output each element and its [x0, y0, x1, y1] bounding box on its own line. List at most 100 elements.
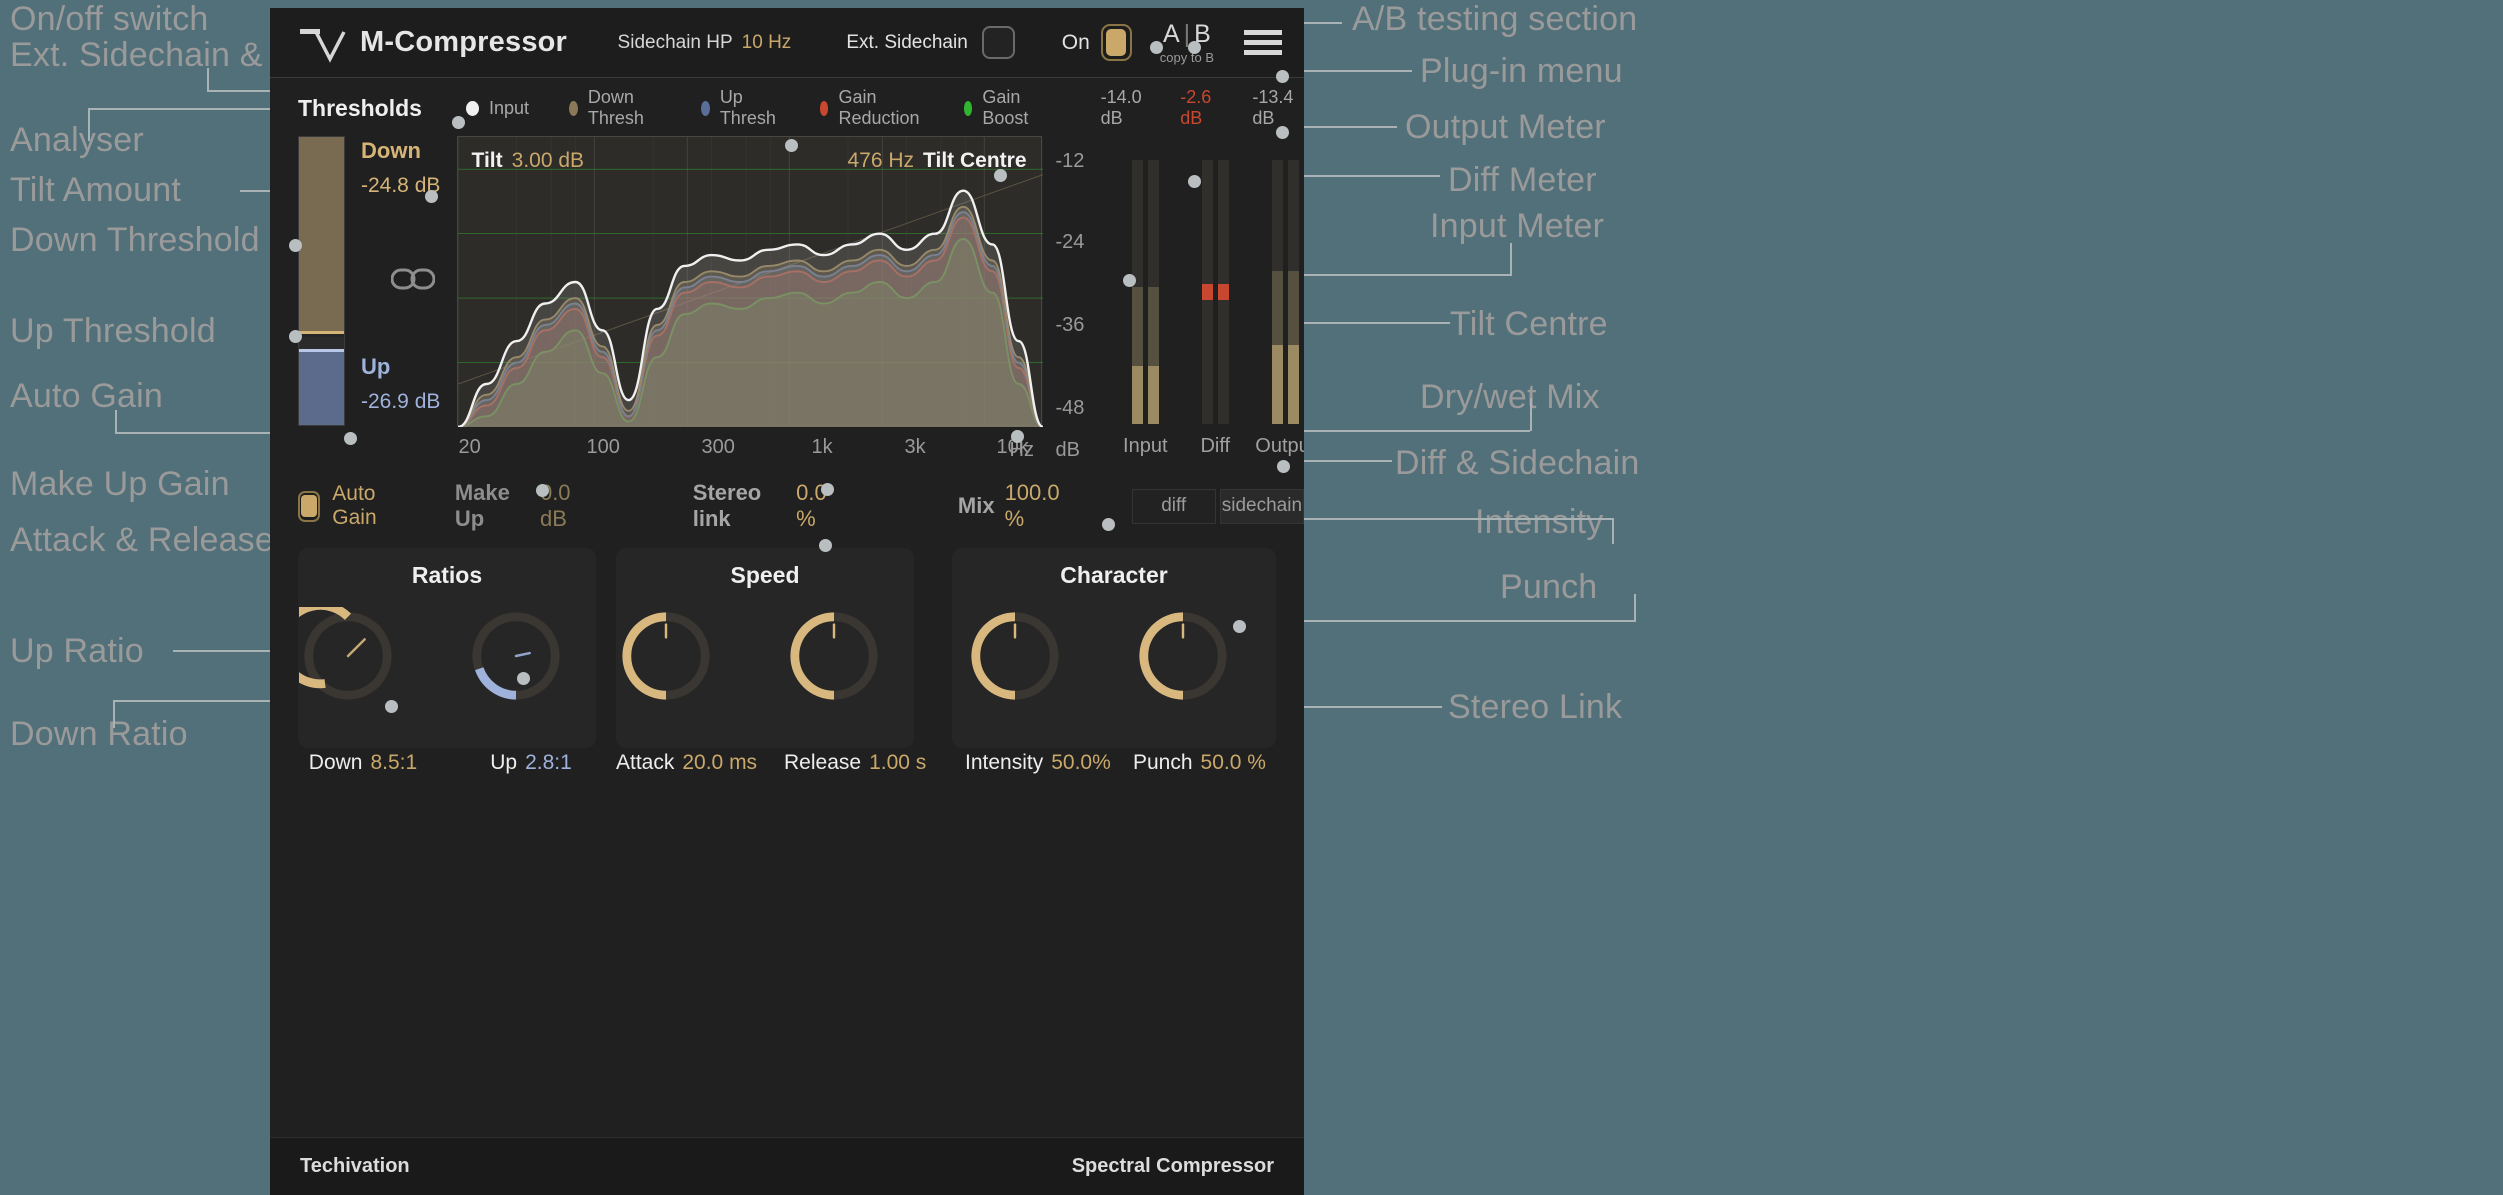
up-threshold-value[interactable]: -26.9 dB — [361, 390, 440, 414]
ab-copy-to-b-label[interactable]: copy to B — [1160, 51, 1214, 64]
legend-item-up-thresh: Up Thresh — [701, 87, 780, 129]
panel-character: Character Intensity50.0% — [952, 548, 1276, 748]
up-threshold-readout: Up -26.9 dB — [361, 354, 440, 414]
annotation-diff-sidechain: Diff & Sidechain — [1395, 444, 1640, 483]
character-knobs: Intensity50.0% Punch50.0 % — [952, 607, 1276, 775]
link-chain-icon[interactable] — [391, 266, 435, 297]
up-ratio-value[interactable]: 2.8:1 — [525, 751, 572, 774]
diff-meter[interactable]: Diff — [1197, 160, 1233, 424]
knob-cell-punch: Punch50.0 % — [1133, 607, 1263, 775]
mix-label: Mix — [958, 493, 995, 519]
up-ratio-name: Up — [490, 751, 517, 774]
on-off-switch[interactable] — [1101, 24, 1132, 61]
ab-a-label[interactable]: A — [1163, 20, 1180, 48]
output-meter-caption: Output — [1255, 435, 1304, 458]
readout-diff-db: -2.6 dB — [1180, 87, 1224, 129]
legend-dot-icon-gain-boost — [964, 101, 973, 116]
knob-cell-down-ratio: Down 8.5:1 — [298, 607, 428, 775]
attack-knob[interactable] — [617, 607, 745, 735]
down-threshold-readout: Down -24.8 dB — [361, 138, 440, 198]
release-name: Release — [784, 751, 861, 774]
up-ratio-label: Up 2.8:1 — [466, 751, 596, 775]
up-threshold-slider[interactable] — [299, 349, 344, 425]
annotation-stereo-link: Stereo Link — [1448, 688, 1622, 727]
legend-dot-icon-input — [466, 101, 479, 116]
leader-dot-on-off — [1150, 41, 1163, 54]
attack-value[interactable]: 20.0 ms — [682, 751, 757, 774]
leader-dot-up-threshold — [289, 330, 302, 343]
sidechain-hp-value[interactable]: 10 Hz — [742, 32, 792, 54]
diff-meter-caption: Diff — [1200, 435, 1230, 458]
spectrum-graph — [458, 137, 1043, 427]
output-meter-right-channel — [1288, 160, 1299, 424]
output-meter-left-channel — [1272, 160, 1283, 424]
plugin-title: M-Compressor — [360, 26, 567, 59]
up-ratio-knob[interactable] — [467, 607, 595, 735]
parameter-row: Auto Gain Make Up 0.0 dB Stereo link 0.0… — [270, 478, 1304, 534]
leader-dot-plugin-menu — [1276, 70, 1289, 83]
knob-cell-up-ratio: Up 2.8:1 — [466, 607, 596, 775]
leader-diff-meter — [1282, 175, 1440, 177]
release-value[interactable]: 1.00 s — [869, 751, 926, 774]
annotation-output-meter: Output Meter — [1405, 108, 1606, 147]
brand-name: Techivation — [300, 1155, 410, 1178]
hamburger-menu-icon[interactable] — [1244, 30, 1282, 55]
down-ratio-name: Down — [309, 751, 363, 774]
punch-label: Punch50.0 % — [1133, 751, 1263, 775]
threshold-track[interactable] — [298, 136, 345, 426]
intensity-value[interactable]: 50.0% — [1051, 751, 1111, 774]
release-knob[interactable] — [785, 607, 913, 735]
mix-value[interactable]: 100.0 % — [1005, 480, 1072, 532]
auto-gain-label: Auto Gain — [332, 482, 410, 530]
leader-dot-down-threshold — [289, 239, 302, 252]
down-ratio-knob[interactable] — [299, 607, 427, 735]
intensity-label: Intensity50.0% — [965, 751, 1095, 775]
legend-label-up-thresh: Up Thresh — [720, 87, 780, 129]
legend-item-down-thresh: Down Thresh — [569, 87, 661, 129]
leader-down-ratio-v — [113, 700, 115, 728]
spectrum-analyser[interactable]: Tilt3.00 dB 476 HzTilt Centre — [457, 136, 1042, 426]
tilt-centre-value[interactable]: 476 Hz — [848, 149, 915, 172]
knob-cell-attack: Attack20.0 ms — [616, 607, 746, 775]
leader-dot-diff-meter — [1188, 175, 1201, 188]
meter-readouts: -14.0 dB -2.6 dB -13.4 dB — [1101, 87, 1304, 129]
annotation-intensity: Intensity — [1475, 503, 1603, 542]
leader-dot-auto-gain — [344, 432, 357, 445]
leader-analyser-v — [88, 108, 90, 141]
annotation-plugin-menu: Plug-in menu — [1420, 52, 1623, 91]
leader-dot-diff-sidechain — [1277, 460, 1290, 473]
leader-auto-gain-v — [115, 410, 117, 434]
sidechain-button[interactable]: sidechain — [1220, 489, 1304, 524]
stereo-link-value[interactable]: 0.0 % — [796, 480, 843, 532]
panel-title-ratios: Ratios — [298, 548, 596, 589]
ab-testing-section[interactable]: A|B copy to B — [1160, 22, 1214, 64]
up-threshold-name: Up — [361, 354, 440, 380]
header-controls: Sidechain HP 10 Hz Ext. Sidechain On A|B… — [618, 22, 1304, 64]
annotation-up-threshold: Up Threshold — [10, 312, 216, 351]
threshold-sliders[interactable] — [298, 136, 345, 472]
annotation-analyser: Analyser — [10, 121, 144, 160]
auto-gain-toggle[interactable] — [298, 491, 320, 522]
analyser-legend: Input Down Thresh Up Thresh Gain Reducti… — [466, 87, 1083, 129]
down-ratio-value[interactable]: 8.5:1 — [370, 751, 417, 774]
input-meter-right-channel — [1148, 160, 1159, 424]
leader-input-meter-v — [1510, 243, 1512, 276]
tilt-value[interactable]: 3.00 dB — [512, 149, 584, 172]
intensity-knob[interactable] — [966, 607, 1094, 735]
punch-value[interactable]: 50.0 % — [1201, 751, 1266, 774]
thresholds-section-title: Thresholds — [298, 95, 422, 122]
knob-cell-release: Release1.00 s — [784, 607, 914, 775]
leader-dot-attack-release — [819, 539, 832, 552]
legend-dot-icon-down-thresh — [569, 101, 578, 116]
diff-button[interactable]: diff — [1132, 489, 1216, 524]
leader-tilt-centre — [1282, 322, 1450, 324]
leader-dry-wet-mix-v — [1530, 398, 1532, 431]
plugin-window: M-Compressor Sidechain HP 10 Hz Ext. Sid… — [270, 8, 1304, 1195]
output-meter[interactable]: Output — [1267, 160, 1303, 424]
input-meter[interactable]: Input — [1127, 160, 1163, 424]
down-threshold-slider[interactable] — [299, 137, 344, 334]
ext-sidechain-checkbox[interactable] — [982, 26, 1015, 59]
diff-meter-left-channel — [1202, 160, 1213, 424]
stereo-link-label: Stereo link — [693, 480, 786, 532]
y-tick-minus48: -48 — [1056, 397, 1085, 420]
